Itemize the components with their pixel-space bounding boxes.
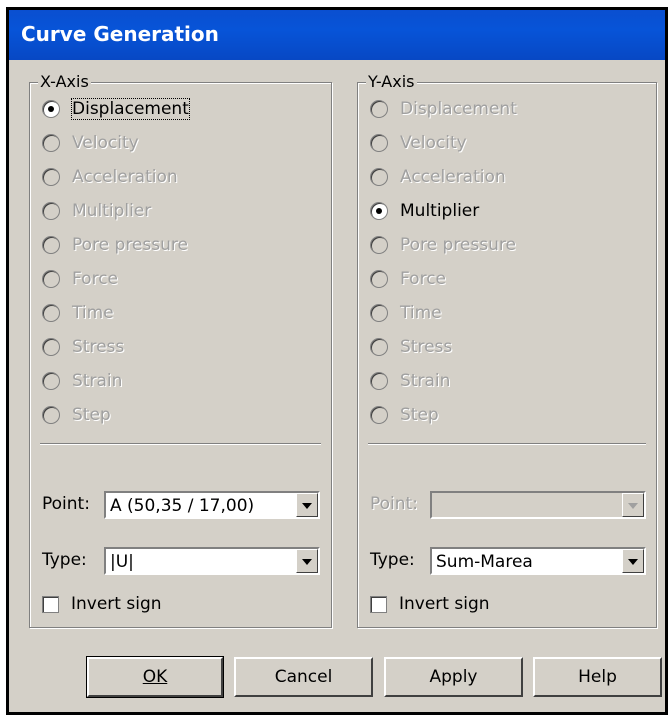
radio-icon xyxy=(42,372,60,390)
checkbox-icon xyxy=(370,595,387,613)
checkbox-icon xyxy=(42,595,59,613)
radio-label: Multiplier xyxy=(400,201,480,221)
radio-icon xyxy=(42,202,60,220)
apply-button-label: Apply xyxy=(429,667,478,687)
radio-icon xyxy=(370,304,388,322)
radio-label: Velocity xyxy=(400,133,467,153)
y-radio-displacement[interactable]: Displacement xyxy=(370,96,517,122)
radio-label: Velocity xyxy=(72,133,139,153)
radio-checked-icon xyxy=(42,100,60,118)
chevron-down-icon[interactable] xyxy=(296,493,318,517)
radio-label: Strain xyxy=(72,371,123,391)
y-axis-group: Y-Axis Displacement Velocity Acceleratio… xyxy=(357,72,657,628)
radio-icon xyxy=(370,406,388,424)
y-radio-multiplier[interactable]: Multiplier xyxy=(370,198,479,224)
x-radio-acceleration[interactable]: Acceleration xyxy=(42,164,178,190)
radio-label: Stress xyxy=(400,337,453,357)
radio-label: Force xyxy=(400,269,446,289)
y-type-value: Sum-Marea xyxy=(436,552,533,572)
radio-icon xyxy=(42,236,60,254)
radio-checked-icon xyxy=(370,202,388,220)
help-button-label: Help xyxy=(578,667,617,687)
radio-icon xyxy=(42,134,60,152)
cancel-button-label: Cancel xyxy=(274,667,333,687)
radio-icon xyxy=(42,270,60,288)
x-radio-velocity[interactable]: Velocity xyxy=(42,130,139,156)
y-radio-time[interactable]: Time xyxy=(370,300,442,326)
radio-icon xyxy=(370,338,388,356)
x-invert-sign-label: Invert sign xyxy=(71,594,162,614)
radio-label: Strain xyxy=(400,371,451,391)
y-radio-stress[interactable]: Stress xyxy=(370,334,452,360)
x-radio-displacement[interactable]: Displacement xyxy=(42,96,190,122)
x-radio-step[interactable]: Step xyxy=(42,402,111,428)
radio-label: Pore pressure xyxy=(72,235,188,255)
radio-label: Acceleration xyxy=(72,167,178,187)
radio-icon xyxy=(370,100,388,118)
ok-button-label: OK xyxy=(142,667,168,687)
radio-label: Force xyxy=(72,269,118,289)
help-button[interactable]: Help xyxy=(533,657,662,697)
y-axis-legend: Y-Axis xyxy=(366,72,417,91)
x-type-dropdown[interactable]: |U| xyxy=(104,547,320,575)
title-bar[interactable]: Curve Generation xyxy=(9,10,665,60)
separator xyxy=(368,443,646,445)
ok-button[interactable]: OK xyxy=(86,656,224,698)
x-radio-time[interactable]: Time xyxy=(42,300,114,326)
radio-icon xyxy=(370,134,388,152)
chevron-down-icon[interactable] xyxy=(622,549,644,573)
x-radio-force[interactable]: Force xyxy=(42,266,118,292)
cancel-button[interactable]: Cancel xyxy=(234,657,373,697)
x-radio-multiplier[interactable]: Multiplier xyxy=(42,198,151,224)
y-radio-velocity[interactable]: Velocity xyxy=(370,130,467,156)
x-point-value: A (50,35 / 17,00) xyxy=(110,496,255,516)
x-point-dropdown[interactable]: A (50,35 / 17,00) xyxy=(104,491,320,519)
curve-generation-dialog: Curve Generation X-Axis Displacement Vel… xyxy=(6,7,668,715)
x-type-value: |U| xyxy=(110,552,134,572)
y-radio-pore-pressure[interactable]: Pore pressure xyxy=(370,232,516,258)
chevron-down-icon[interactable] xyxy=(622,493,644,517)
x-type-label: Type: xyxy=(42,550,87,570)
y-point-label: Point: xyxy=(370,494,418,514)
radio-icon xyxy=(370,168,388,186)
y-type-label: Type: xyxy=(370,550,415,570)
x-radio-pore-pressure[interactable]: Pore pressure xyxy=(42,232,188,258)
y-radio-force[interactable]: Force xyxy=(370,266,446,292)
x-axis-group: X-Axis Displacement Velocity Acceleratio… xyxy=(29,72,332,628)
radio-label: Stress xyxy=(72,337,125,357)
radio-icon xyxy=(42,406,60,424)
radio-icon xyxy=(42,304,60,322)
radio-label: Acceleration xyxy=(400,167,506,187)
chevron-down-icon[interactable] xyxy=(296,549,318,573)
x-radio-stress[interactable]: Stress xyxy=(42,334,124,360)
radio-icon xyxy=(42,338,60,356)
x-axis-legend: X-Axis xyxy=(38,72,91,91)
radio-label: Multiplier xyxy=(72,201,152,221)
y-invert-sign-checkbox[interactable]: Invert sign xyxy=(370,594,490,614)
window-title: Curve Generation xyxy=(21,22,219,46)
radio-label: Time xyxy=(400,303,442,323)
radio-label: Pore pressure xyxy=(400,235,516,255)
radio-label: Displacement xyxy=(71,98,190,120)
radio-label: Step xyxy=(72,405,111,425)
y-radio-acceleration[interactable]: Acceleration xyxy=(370,164,506,190)
radio-label: Displacement xyxy=(400,99,517,119)
radio-label: Time xyxy=(72,303,114,323)
radio-label: Step xyxy=(400,405,439,425)
y-type-dropdown[interactable]: Sum-Marea xyxy=(430,547,646,575)
radio-icon xyxy=(370,372,388,390)
y-radio-step[interactable]: Step xyxy=(370,402,439,428)
y-invert-sign-label: Invert sign xyxy=(399,594,490,614)
x-point-label: Point: xyxy=(42,494,90,514)
y-point-dropdown[interactable] xyxy=(430,491,646,519)
radio-icon xyxy=(370,236,388,254)
separator xyxy=(40,443,321,445)
y-radio-strain[interactable]: Strain xyxy=(370,368,450,394)
x-radio-strain[interactable]: Strain xyxy=(42,368,122,394)
apply-button[interactable]: Apply xyxy=(384,657,523,697)
x-invert-sign-checkbox[interactable]: Invert sign xyxy=(42,594,162,614)
radio-icon xyxy=(370,270,388,288)
dialog-body: X-Axis Displacement Velocity Acceleratio… xyxy=(9,60,665,712)
radio-icon xyxy=(42,168,60,186)
